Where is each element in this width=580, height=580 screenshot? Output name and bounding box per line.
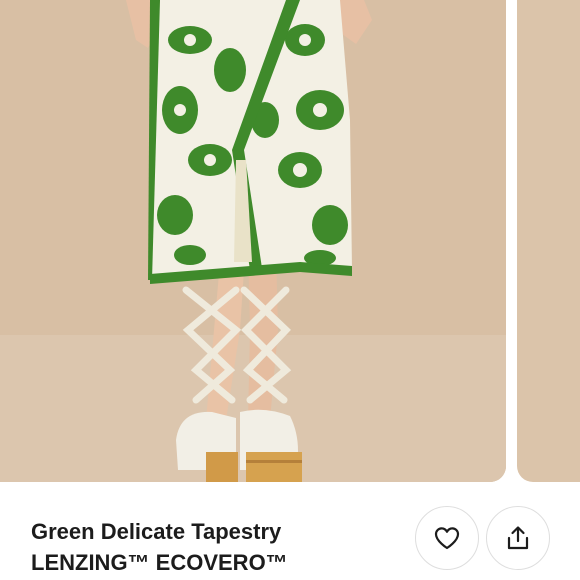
heart-icon [434, 527, 460, 550]
like-button[interactable] [415, 506, 479, 570]
image-carousel[interactable] [0, 0, 580, 482]
product-photo-main[interactable] [0, 0, 506, 482]
listing-title-line-2: LENZING™ ECOVERO™ [31, 550, 288, 575]
listing-title-line-1: Green Delicate Tapestry [31, 519, 282, 544]
product-photo-illustration [0, 0, 506, 482]
listing-title: Green Delicate Tapestry LENZING™ ECOVERO… [31, 516, 391, 578]
share-icon [507, 526, 529, 550]
share-button[interactable] [486, 506, 550, 570]
product-photo-next[interactable] [517, 0, 580, 482]
